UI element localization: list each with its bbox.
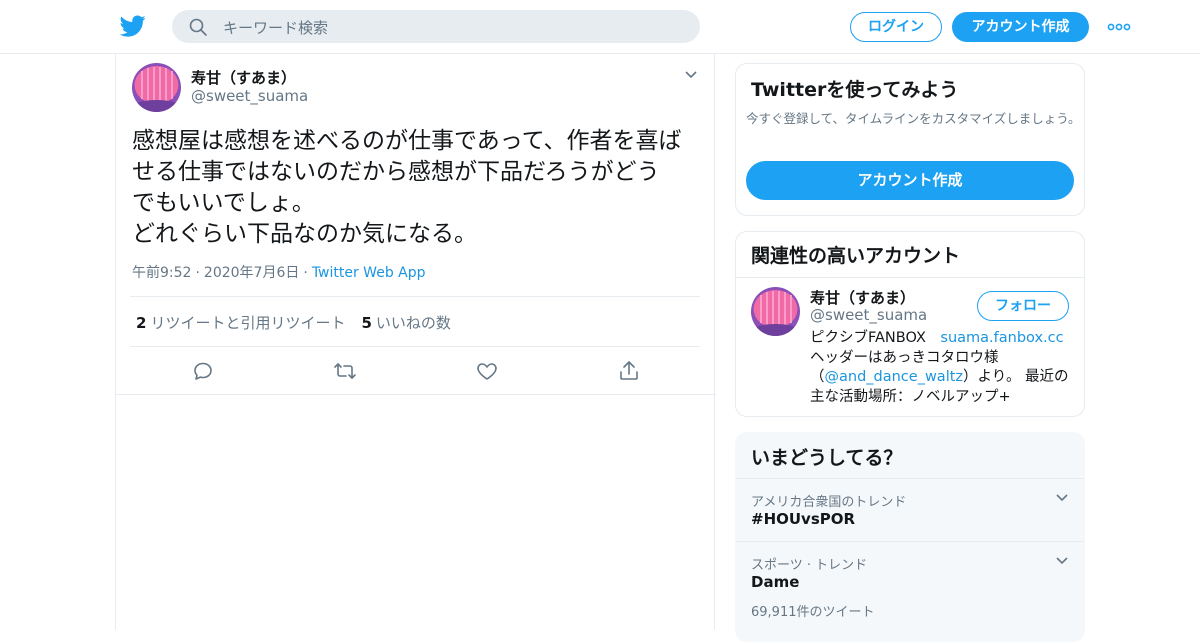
trends-card: いまどうしてる？ アメリカ合衆国のトレンド #HOUvsPOR スポーツ · ト… <box>735 432 1085 642</box>
trend-item[interactable]: スポーツ · トレンド Dame 69,911件のツイート <box>736 541 1084 631</box>
bio-fanbox-link[interactable]: suama.fanbox.cc <box>940 330 1063 346</box>
top-bar: キーワード検索 ログイン アカウント作成 <box>0 0 1200 54</box>
like-count: 5 <box>361 314 372 332</box>
divider <box>116 394 716 395</box>
related-title: 関連性の高いアカウント <box>751 245 961 267</box>
related-account-handle[interactable]: @sweet_suama <box>810 306 927 324</box>
avatar[interactable] <box>132 63 181 112</box>
search-input-placeholder[interactable]: キーワード検索 <box>223 17 328 38</box>
retweet-count: 2 <box>136 314 147 332</box>
tweet-actions <box>116 359 716 383</box>
share-icon[interactable] <box>617 359 641 383</box>
retweet-icon[interactable] <box>333 359 357 383</box>
promo-signup-button[interactable]: アカウント作成 <box>746 161 1074 200</box>
trend-context: スポーツ · トレンド <box>751 558 868 573</box>
trend-name[interactable]: Dame <box>751 573 799 591</box>
tweet-date[interactable]: 2020年7月6日 <box>204 265 299 281</box>
author-name[interactable]: 寿甘（すあま） <box>191 67 296 88</box>
tweet-meta: 午前9:52 · 2020年7月6日 · Twitter Web App <box>132 262 426 282</box>
promo-description: 今すぐ登録して、タイムラインをカスタマイズしましょう。 <box>746 111 1081 126</box>
trend-context: アメリカ合衆国のトレンド <box>751 495 907 510</box>
promo-title: Twitterを使ってみよう <box>751 79 959 101</box>
login-button[interactable]: ログイン <box>850 12 942 42</box>
tweet-text: 感想屋は感想を述べるのが仕事であって、作者を喜ば せる仕事ではないのだから感想が… <box>132 128 682 247</box>
chevron-down-icon[interactable] <box>684 70 698 80</box>
signup-promo-card: Twitterを使ってみよう 今すぐ登録して、タイムラインをカスタマイズしましょ… <box>735 63 1085 216</box>
chevron-down-icon[interactable] <box>1055 493 1069 503</box>
search-bar[interactable]: キーワード検索 <box>172 10 700 43</box>
trend-item[interactable]: アメリカ合衆国のトレンド #HOUvsPOR <box>736 478 1084 541</box>
avatar[interactable] <box>751 287 800 336</box>
tweet-time[interactable]: 午前9:52 <box>132 265 191 281</box>
chevron-down-icon[interactable] <box>1055 556 1069 566</box>
meta-separator: · <box>195 265 200 281</box>
like-stat[interactable]: 5 いいねの数 <box>361 314 450 332</box>
trend-name[interactable]: #HOUvsPOR <box>751 510 855 528</box>
twitter-bird-icon[interactable] <box>120 13 146 39</box>
reply-icon[interactable] <box>191 359 215 383</box>
author-handle[interactable]: @sweet_suama <box>191 87 308 105</box>
follow-button[interactable]: フォロー <box>977 291 1069 321</box>
signup-button[interactable]: アカウント作成 <box>952 12 1089 42</box>
retweet-stat-label: リツイートと引用リツイート <box>150 314 346 332</box>
related-account-bio: ピクシブFANBOX suama.fanbox.cc ヘッダーはあっきコタロウ様（… <box>810 329 1072 407</box>
more-dots-icon[interactable] <box>1106 18 1132 36</box>
like-heart-icon[interactable] <box>475 359 499 383</box>
divider <box>736 277 1084 278</box>
like-stat-label: いいねの数 <box>375 314 451 332</box>
divider <box>130 296 700 297</box>
search-icon <box>189 18 207 36</box>
retweet-stat[interactable]: 2 リツイートと引用リツイート <box>136 314 345 332</box>
tweet-stats: 2 リツイートと引用リツイート 5 いいねの数 <box>136 312 451 333</box>
trend-tweet-count: 69,911件のツイート <box>751 605 875 620</box>
tweet-source-link[interactable]: Twitter Web App <box>312 265 426 281</box>
related-accounts-card: 関連性の高いアカウント 寿甘（すあま） @sweet_suama フォロー ピク… <box>735 231 1085 417</box>
divider <box>130 346 700 347</box>
related-account-name[interactable]: 寿甘（すあま） <box>810 287 915 308</box>
bio-mention-link[interactable]: @and_dance_waltz <box>825 369 964 385</box>
trends-title: いまどうしてる？ <box>751 447 903 469</box>
meta-separator: · <box>303 265 308 281</box>
bio-text: ピクシブFANBOX <box>810 330 941 346</box>
tweet-detail-column: 寿甘（すあま） @sweet_suama 感想屋は感想を述べるのが仕事であって、… <box>115 54 716 630</box>
